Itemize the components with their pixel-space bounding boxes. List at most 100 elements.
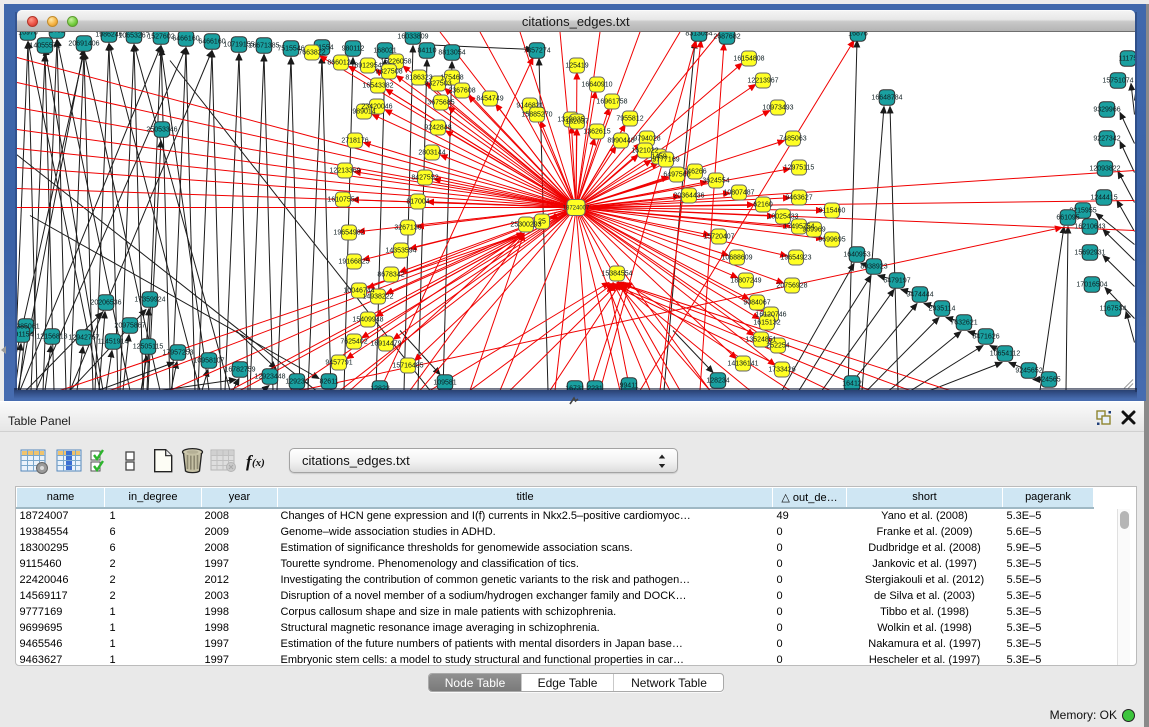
svg-text:8813054: 8813054	[438, 49, 465, 56]
svg-text:9794028: 9794028	[633, 135, 660, 142]
svg-text:15226058: 15226058	[380, 58, 411, 65]
svg-text:7955812: 7955812	[616, 115, 643, 122]
svg-text:8660124: 8660124	[327, 59, 354, 66]
svg-text:12975115: 12975115	[784, 164, 815, 171]
svg-text:25053346: 25053346	[146, 126, 177, 133]
svg-text:12923448: 12923448	[254, 373, 285, 380]
svg-text:2718176: 2718176	[341, 137, 368, 144]
svg-text:17016504: 17016504	[1076, 281, 1107, 288]
svg-text:20364436: 20364436	[673, 192, 704, 199]
svg-text:15751074: 15751074	[1102, 77, 1133, 84]
svg-text:9699695: 9699695	[818, 236, 845, 243]
svg-text:15720407: 15720407	[703, 233, 734, 240]
svg-text:9227342: 9227342	[1093, 135, 1120, 142]
svg-text:10973493: 10973493	[762, 104, 793, 111]
svg-text:9242848: 9242848	[424, 124, 451, 131]
svg-text:16648784: 16648784	[871, 94, 902, 101]
svg-text:1640953: 1640953	[843, 251, 870, 258]
svg-text:2935114: 2935114	[929, 305, 956, 312]
svg-text:16976: 16976	[18, 32, 38, 37]
svg-text:980112: 980112	[342, 45, 365, 52]
svg-text:14938222: 14938222	[362, 293, 393, 300]
svg-text:16640910: 16640910	[581, 81, 612, 88]
svg-text:8678342: 8678342	[377, 271, 404, 278]
svg-text:9327503: 9327503	[424, 80, 451, 87]
svg-text:17359924: 17359924	[134, 296, 165, 303]
svg-text:7663822: 7663822	[298, 49, 325, 56]
svg-text:10958107: 10958107	[193, 357, 224, 364]
svg-text:20756928: 20756928	[776, 282, 807, 289]
svg-text:12213967: 12213967	[747, 77, 778, 84]
svg-text:16120746: 16120746	[755, 311, 786, 318]
svg-text:6466160: 6466160	[172, 35, 199, 42]
svg-text:12093822: 12093822	[1089, 165, 1120, 172]
svg-text:1244415: 1244415	[1090, 194, 1117, 201]
svg-text:14136141: 14136141	[727, 360, 758, 367]
svg-text:10025433: 10025433	[767, 213, 798, 220]
svg-text:1527602: 1527602	[147, 33, 174, 40]
svg-text:7485063: 7485063	[779, 135, 806, 142]
svg-text:19654982: 19654982	[333, 229, 364, 236]
svg-text:9115460: 9115460	[819, 207, 846, 214]
svg-text:82611: 82611	[320, 378, 339, 385]
svg-text:15716485: 15716485	[392, 362, 423, 369]
svg-text:20691406: 20691406	[68, 40, 99, 47]
svg-text:20206536: 20206536	[90, 299, 121, 306]
svg-text:7625402: 7625402	[340, 338, 367, 345]
svg-text:18807249: 18807249	[730, 277, 761, 284]
svg-text:9474444: 9474444	[906, 291, 933, 298]
svg-text:16412: 16412	[842, 380, 862, 387]
svg-text:10688609: 10688609	[721, 254, 752, 261]
svg-text:15885270: 15885270	[521, 111, 552, 118]
svg-text:168021: 168021	[373, 47, 396, 54]
svg-text:9463627: 9463627	[785, 194, 812, 201]
svg-text:11175: 11175	[1119, 55, 1135, 62]
svg-text:15384554: 15384554	[601, 270, 632, 277]
svg-text:8454749: 8454749	[476, 95, 503, 102]
svg-text:4385061: 4385061	[17, 323, 40, 330]
svg-text:18724007: 18724007	[563, 205, 590, 211]
svg-text:969969: 969969	[802, 226, 825, 233]
svg-text:9146821: 9146821	[516, 102, 543, 109]
svg-text:11451914: 11451914	[98, 338, 129, 345]
svg-text:9457791: 9457791	[325, 359, 352, 366]
svg-text:25: 25	[538, 218, 546, 225]
svg-text:16961758: 16961758	[596, 98, 627, 105]
svg-text:19166825: 19166825	[338, 258, 369, 265]
svg-text:128234: 128234	[706, 377, 729, 384]
svg-text:14353594: 14353594	[385, 247, 416, 254]
svg-text:2367608: 2367608	[448, 87, 475, 94]
svg-text:7357274: 7357274	[523, 47, 550, 54]
svg-text:10654112: 10654112	[990, 350, 1021, 357]
svg-text:125419: 125419	[565, 62, 588, 69]
svg-text:252254: 252254	[766, 342, 789, 349]
svg-text:132037: 132037	[565, 118, 588, 125]
svg-text:17957253: 17957253	[162, 349, 193, 356]
svg-text:391154: 391154	[17, 331, 34, 338]
svg-text:9777169: 9777169	[652, 156, 679, 163]
svg-text:16782759: 16782759	[224, 366, 255, 373]
svg-text:16107554: 16107554	[327, 196, 358, 203]
svg-text:2687682: 2687682	[713, 33, 740, 40]
svg-text:16671385: 16671385	[248, 42, 279, 49]
svg-text:1167534: 1167534	[1100, 305, 1127, 312]
svg-text:62160: 62160	[753, 201, 773, 208]
svg-text:3267130: 3267130	[394, 224, 421, 231]
svg-text:9327508: 9327508	[375, 68, 402, 75]
svg-text:3624554: 3624554	[702, 177, 729, 184]
svg-text:6479197: 6479197	[883, 277, 910, 284]
svg-text:20975867: 20975867	[114, 322, 145, 329]
svg-text:8938923: 8938923	[860, 263, 887, 270]
svg-text:661095: 661095	[1056, 214, 1079, 221]
svg-text:16914479: 16914479	[370, 340, 401, 347]
svg-text:8427552: 8427552	[411, 174, 438, 181]
svg-text:(x): (x)	[252, 457, 265, 469]
svg-text:16154808: 16154808	[733, 55, 764, 62]
svg-text:16033809: 16033809	[397, 33, 428, 40]
svg-text:9084067: 9084067	[743, 299, 770, 306]
svg-text:10653267: 10653267	[118, 32, 149, 39]
svg-text:7632621: 7632621	[950, 319, 977, 326]
svg-text:14055572: 14055572	[29, 42, 60, 49]
svg-text:1733426: 1733426	[768, 366, 795, 373]
svg-text:1615132: 1615132	[753, 319, 780, 326]
